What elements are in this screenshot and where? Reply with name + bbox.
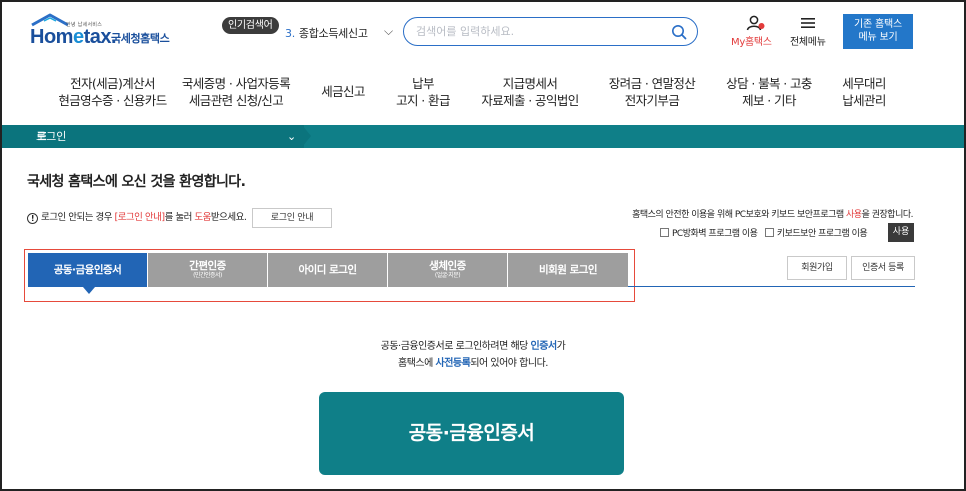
nav-item-consulting[interactable]: 상담 · 불복 · 고충 제보 · 기타 (722, 75, 816, 109)
nav-item-tax-filing[interactable]: 세금신고 (316, 83, 370, 100)
breadcrumb[interactable]: 로그인 (2, 125, 304, 148)
tab-simple-auth[interactable]: 간편인증 (민간인증서) (148, 253, 268, 287)
login-guide-button[interactable]: 로그인 안내 (252, 208, 332, 228)
firewall-checkbox[interactable]: PC방화벽 프로그램 이용 (660, 226, 758, 239)
full-menu-label: 전체메뉴 (790, 37, 826, 48)
chevron-down-icon[interactable]: ⌄ (287, 125, 296, 148)
search-icon[interactable] (671, 24, 687, 40)
main-navigation: 전자(세금)계산서 현금영수증 · 신용카드 국세증명 · 사업자등록 세금관련 신… (0, 72, 966, 124)
breadcrumb-arrow (302, 125, 311, 147)
search-box (403, 17, 698, 46)
chevron-down-icon[interactable]: ⌵ (384, 24, 393, 39)
certificate-description: 공동·금융인증서로 로그인하려면 해당 인증서가 홈택스에 사전등록되어 있어야… (380, 341, 566, 369)
login-help-text: ! 로그인 안되는 경우 [로그인 안내]를 눌러 도움받으세요. (27, 209, 247, 224)
sign-up-button[interactable]: 회원가입 (787, 256, 847, 280)
popular-search-badge: 인기검색어 (222, 17, 279, 34)
my-hometax-label: My홈택스 (731, 37, 772, 48)
security-options: PC방화벽 프로그램 이용 키보드보안 프로그램 이용 (660, 226, 872, 240)
nav-item-e-invoice[interactable]: 전자(세금)계산서 현금영수증 · 신용카드 (55, 75, 170, 109)
old-site-label-1: 기존 홈택스 (854, 19, 902, 30)
hamburger-menu-icon (801, 18, 815, 28)
user-icon (746, 15, 765, 31)
nav-item-incentive[interactable]: 장려금 · 연말정산 전자기부금 (604, 75, 700, 109)
old-hometax-menu-button[interactable]: 기존 홈택스 메뉴 보기 (843, 14, 913, 49)
tab-biometric-auth[interactable]: 생체인증 (얼굴·지문) (388, 253, 508, 287)
page-title: 국세청 홈택스에 오신 것을 환영합니다. (27, 174, 246, 190)
tab-id-login[interactable]: 아이디 로그인 (268, 253, 388, 287)
certificate-login-button[interactable]: 공동·금융인증서 (319, 392, 624, 475)
tab-joint-financial-certificate[interactable]: 공동·금융인증서 (28, 253, 148, 287)
tab-non-member-login[interactable]: 비회원 로그인 (508, 253, 628, 287)
checkbox-icon (764, 228, 774, 237)
info-icon: ! (27, 213, 38, 224)
popular-search-term[interactable]: 3. 종합소득세신고 (285, 25, 368, 41)
nav-item-certificate[interactable]: 국세증명 · 사업자등록 세금관련 신청/신고 (178, 75, 294, 109)
logo-korean-name: 국세청홈택스 (111, 32, 170, 45)
active-tab-pointer (83, 287, 95, 294)
nav-item-payment[interactable]: 납부 고지 · 환급 (390, 75, 456, 109)
logo-wordmark: Hometax. (30, 26, 117, 48)
search-input[interactable] (416, 23, 656, 40)
nav-item-payment-statement[interactable]: 지급명세서 자료제출 · 공익법인 (475, 75, 585, 109)
security-notice: 홈택스의 안전한 이용을 위해 PC보호와 키보드 보안프로그램 사용을 권장합… (632, 210, 913, 220)
login-method-tabs: 공동·금융인증서 간편인증 (민간인증서) 아이디 로그인 생체인증 (얼굴·지문)… (28, 253, 628, 287)
checkbox-icon (660, 228, 669, 237)
old-site-label-2: 메뉴 보기 (858, 32, 898, 43)
nav-item-tax-agent[interactable]: 세무대리 납세관리 (832, 75, 896, 109)
register-certificate-button[interactable]: 인증서 등록 (851, 256, 915, 280)
list-icon (38, 132, 46, 141)
tab-underline-extension (628, 286, 915, 287)
use-security-button[interactable]: 사용 (888, 223, 914, 242)
keyboard-security-checkbox[interactable]: 키보드보안 프로그램 이용 (764, 226, 868, 239)
